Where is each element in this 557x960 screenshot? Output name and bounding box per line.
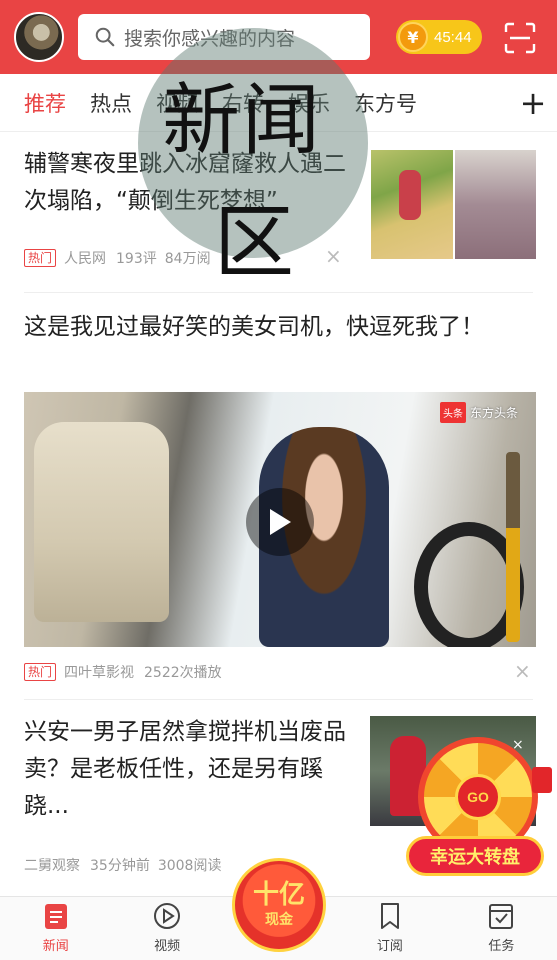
article-source: 四叶草影视 xyxy=(64,665,135,681)
nav-video[interactable]: 视频 xyxy=(111,897,222,960)
close-wheel-icon[interactable]: × xyxy=(512,737,524,753)
scan-icon[interactable] xyxy=(504,22,536,54)
publish-time: 35分钟前 xyxy=(90,858,150,874)
nav-subscribe[interactable]: 订阅 xyxy=(334,897,445,960)
coin-value: 45:44 xyxy=(434,28,472,46)
channel-tabs: 推荐 热点 视频 右转 娱乐 东方号 + xyxy=(0,74,557,132)
article-source: 二舅观察 xyxy=(24,858,80,874)
nav-label: 视频 xyxy=(154,939,181,954)
news-icon xyxy=(44,904,67,929)
user-avatar[interactable] xyxy=(14,12,64,62)
article-thumbnail[interactable] xyxy=(371,150,536,259)
badge-logo: 头条 xyxy=(439,402,466,423)
coin-balance-button[interactable]: ¥ 45:44 xyxy=(396,20,482,54)
article-title[interactable]: 辅警寒夜里跳入冰窟窿救人遇二次塌陷，“颠倒生死梦想” xyxy=(24,146,354,220)
news-list-item[interactable]: 这是我见过最好笑的美女司机，快逗死我了！ 头条 东方头条 热门 四叶草影视 25… xyxy=(0,293,557,699)
video-scene xyxy=(506,452,520,642)
nav-news[interactable]: 新闻 xyxy=(0,897,111,960)
read-count: 84万阅 xyxy=(164,251,211,267)
add-channel-button[interactable]: + xyxy=(509,74,557,131)
tab-recommend[interactable]: 推荐 xyxy=(0,88,78,118)
red-packet-icon xyxy=(532,767,552,793)
tab-right-turn[interactable]: 右转 xyxy=(210,88,276,118)
play-count: 2522次播放 xyxy=(144,665,222,681)
search-placeholder: 搜索你感兴趣的内容 xyxy=(124,27,296,50)
lucky-wheel-label[interactable]: 幸运大转盘 xyxy=(406,836,544,876)
video-play-icon xyxy=(154,903,181,929)
search-bar[interactable]: 搜索你感兴趣的内容 xyxy=(78,14,370,60)
lucky-wheel-widget[interactable]: GO × 幸运大转盘 xyxy=(404,733,554,883)
nav-label: 订阅 xyxy=(376,939,403,954)
play-button[interactable] xyxy=(246,488,314,556)
video-player[interactable]: 头条 东方头条 xyxy=(24,392,536,647)
tab-video[interactable]: 视频 xyxy=(144,88,210,118)
tab-entertainment[interactable]: 娱乐 xyxy=(276,88,342,118)
dismiss-icon[interactable]: × xyxy=(325,244,342,268)
article-title[interactable]: 这是我见过最好笑的美女司机，快逗死我了！ xyxy=(24,309,524,346)
bookmark-icon xyxy=(380,903,399,929)
article-source: 人民网 xyxy=(64,251,107,267)
cash-promo-button[interactable]: 十亿 现金 xyxy=(232,858,326,952)
wheel-go-button[interactable]: GO xyxy=(455,774,501,820)
badge-brand: 东方头条 xyxy=(469,406,518,420)
article-title[interactable]: 兴安一男子居然拿搅拌机当废品卖？是老板任性，还是另有蹊跷... xyxy=(24,714,354,825)
video-scene xyxy=(34,422,169,622)
promo-amount: 十亿 xyxy=(252,880,305,910)
play-icon xyxy=(270,509,291,535)
nav-label: 任务 xyxy=(488,939,515,954)
video-watermark-badge: 头条 东方头条 xyxy=(439,402,518,423)
read-count: 3008阅读 xyxy=(157,858,222,874)
hot-tag: 热门 xyxy=(24,249,57,267)
thumbnail-image xyxy=(454,150,536,259)
article-meta: 热门 四叶草影视 2522次播放 xyxy=(24,662,230,682)
top-header: 搜索你感兴趣的内容 ¥ 45:44 xyxy=(0,0,557,74)
news-list-item[interactable]: 辅警寒夜里跳入冰窟窿救人遇二次塌陷，“颠倒生死梦想” 热门 人民网 193评 8… xyxy=(0,132,557,292)
nav-label: 新闻 xyxy=(42,939,69,954)
thumbnail-image xyxy=(371,150,453,259)
nav-tasks[interactable]: 任务 xyxy=(446,897,557,960)
coin-icon: ¥ xyxy=(398,22,428,52)
tab-hot[interactable]: 热点 xyxy=(78,88,144,118)
promo-label: 现金 xyxy=(265,912,293,928)
tab-dongfang[interactable]: 东方号 xyxy=(342,88,429,118)
dismiss-icon[interactable]: × xyxy=(514,659,531,683)
article-meta: 热门 人民网 193评 84万阅 xyxy=(24,248,219,268)
search-icon xyxy=(95,27,115,47)
article-meta: 二舅观察 35分钟前 3008阅读 xyxy=(24,855,229,875)
comment-count: 193评 xyxy=(116,251,157,267)
task-checklist-icon xyxy=(489,904,514,929)
hot-tag: 热门 xyxy=(24,663,57,681)
